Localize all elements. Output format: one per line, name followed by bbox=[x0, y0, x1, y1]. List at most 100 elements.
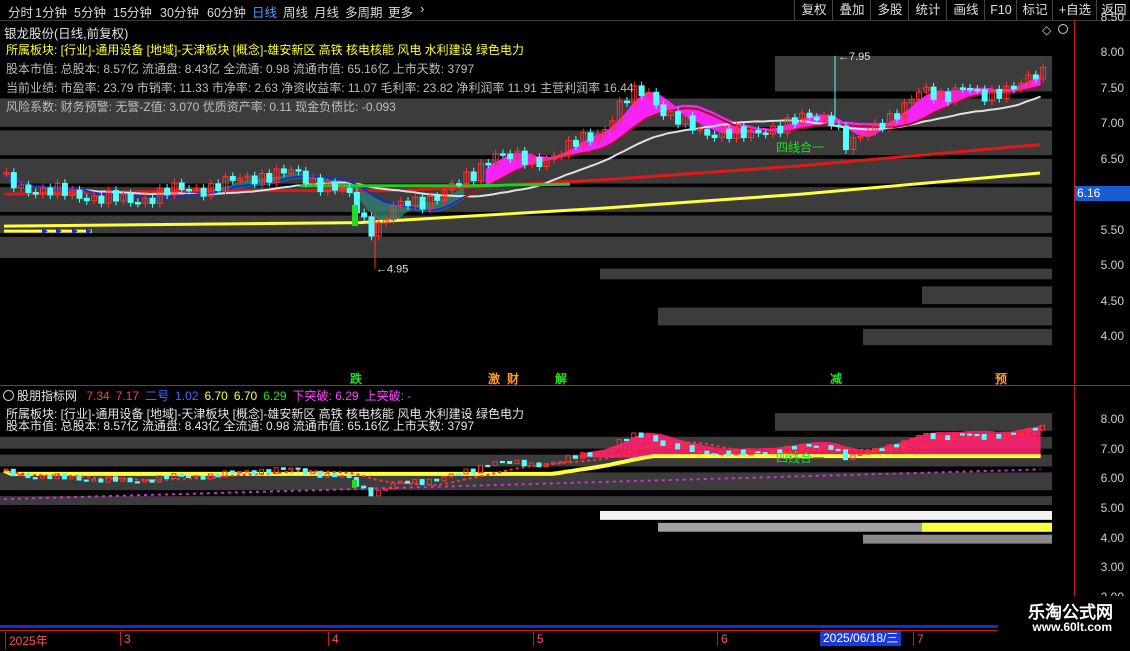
indicator-band bbox=[863, 534, 1052, 544]
candle-body bbox=[295, 169, 302, 172]
tool-button[interactable]: 统计 bbox=[908, 0, 947, 20]
candle-body bbox=[762, 132, 769, 135]
candle-body bbox=[507, 153, 514, 160]
indicator-band bbox=[922, 522, 1052, 532]
indicator-candle bbox=[244, 470, 250, 473]
period-tab[interactable]: 多周期 bbox=[345, 2, 383, 21]
period-tab[interactable]: 更多 bbox=[388, 2, 413, 21]
tool-button[interactable]: 标记 bbox=[1016, 0, 1053, 20]
indicator-candle bbox=[295, 467, 301, 470]
info-line: 当前业绩: 市盈率: 23.79 市销率: 11.33 市净率: 2.63 净资… bbox=[6, 81, 634, 95]
indicator-candle bbox=[76, 476, 82, 481]
indicator-tick: 8.00 bbox=[1100, 412, 1124, 426]
indicator-candle bbox=[419, 479, 425, 486]
indicator-candle bbox=[317, 471, 323, 478]
candle-body bbox=[638, 85, 645, 97]
candle-body bbox=[61, 182, 68, 196]
indicator-candle bbox=[689, 445, 695, 453]
indicator-candle bbox=[835, 448, 841, 452]
indicator-candle bbox=[288, 467, 294, 470]
indicator-candle bbox=[499, 460, 505, 464]
candle-body bbox=[405, 200, 411, 207]
tool-button[interactable]: 多股 bbox=[870, 0, 909, 20]
tool-button[interactable]: 画线 bbox=[946, 0, 985, 20]
indicator-candle bbox=[434, 478, 440, 482]
period-tab[interactable]: 分时 bbox=[8, 2, 33, 21]
indicator-candle bbox=[536, 462, 542, 468]
volume-band bbox=[600, 268, 1052, 280]
tool-button[interactable]: F10 bbox=[984, 0, 1017, 20]
indicator-ma-note: 四线合一 bbox=[776, 450, 824, 465]
indicator-candle bbox=[587, 452, 593, 457]
indicator-candle bbox=[134, 481, 140, 484]
candle-body bbox=[1032, 74, 1039, 80]
indicator-candle bbox=[405, 480, 410, 484]
indicator-candle bbox=[1010, 432, 1016, 435]
indicator-candle bbox=[361, 485, 367, 489]
candle-body bbox=[229, 176, 236, 181]
period-tab[interactable]: 1分钟 bbox=[35, 2, 67, 21]
period-tab[interactable]: 60分钟 bbox=[207, 2, 246, 21]
candle-body bbox=[967, 87, 974, 91]
candle-body bbox=[945, 91, 952, 103]
candle-body bbox=[251, 175, 258, 185]
indicator-candle bbox=[704, 450, 710, 455]
period-tab[interactable]: 周线 bbox=[283, 2, 308, 21]
volume-band bbox=[775, 55, 1052, 92]
indicator-candle bbox=[478, 464, 483, 474]
indicator-candle bbox=[164, 475, 170, 480]
candle-body bbox=[25, 184, 32, 193]
candle-body bbox=[806, 112, 813, 118]
indicator-candle bbox=[828, 445, 834, 450]
candle-body bbox=[711, 134, 718, 139]
candle-body bbox=[777, 125, 784, 134]
indicator-candle bbox=[215, 473, 221, 478]
indicator-candle bbox=[660, 440, 666, 446]
indicator-candle bbox=[470, 468, 476, 474]
candle-body bbox=[587, 132, 594, 142]
candle-body bbox=[470, 171, 477, 182]
green-candle bbox=[352, 204, 358, 227]
time-label: 7 bbox=[913, 632, 924, 646]
tool-button[interactable]: 复权 bbox=[794, 0, 833, 20]
chevron-right-icon[interactable]: › bbox=[420, 1, 424, 16]
indicator-candle bbox=[675, 443, 681, 450]
indicator-candle bbox=[229, 470, 235, 474]
tool-button[interactable]: +自选 bbox=[1052, 0, 1097, 20]
candle-body bbox=[755, 129, 762, 134]
scroll-bar[interactable] bbox=[0, 625, 1075, 628]
time-label: 5 bbox=[533, 632, 544, 646]
volume-band bbox=[863, 328, 1052, 346]
candle-body bbox=[32, 191, 39, 195]
indicator-candle bbox=[32, 477, 38, 480]
candle-body bbox=[332, 181, 338, 191]
tool-button[interactable]: 叠加 bbox=[832, 0, 871, 20]
price-tick: 4.00 bbox=[1100, 329, 1124, 343]
period-tab[interactable]: 5分钟 bbox=[74, 2, 106, 21]
indicator-candle bbox=[967, 433, 973, 436]
time-label: 3 bbox=[120, 632, 131, 646]
indicator-tick: 4.00 bbox=[1100, 530, 1124, 545]
indicator-candle bbox=[638, 432, 644, 438]
period-tab[interactable]: 日线 bbox=[252, 2, 277, 21]
candle-body bbox=[791, 117, 798, 125]
candle-body bbox=[178, 182, 185, 190]
candle-body bbox=[280, 168, 287, 174]
candle-body bbox=[653, 91, 660, 106]
indicator-tick: 5.00 bbox=[1100, 501, 1124, 515]
volume-band bbox=[658, 307, 1052, 326]
indicator-candle bbox=[346, 475, 352, 479]
candle-body bbox=[981, 89, 988, 102]
candle-body bbox=[1010, 85, 1017, 90]
period-tab[interactable]: 30分钟 bbox=[160, 2, 199, 21]
time-label: 4 bbox=[328, 632, 339, 646]
indicator-band bbox=[600, 510, 1052, 520]
watermark-url: www.60lt.com bbox=[1032, 620, 1112, 634]
indicator-candle bbox=[266, 469, 272, 474]
indicator-candle bbox=[186, 475, 191, 479]
candle-body bbox=[266, 173, 273, 183]
candle-body bbox=[134, 201, 141, 205]
period-tab[interactable]: 月线 bbox=[314, 2, 339, 21]
candle-body bbox=[572, 139, 579, 147]
period-tab[interactable]: 15分钟 bbox=[113, 2, 152, 21]
